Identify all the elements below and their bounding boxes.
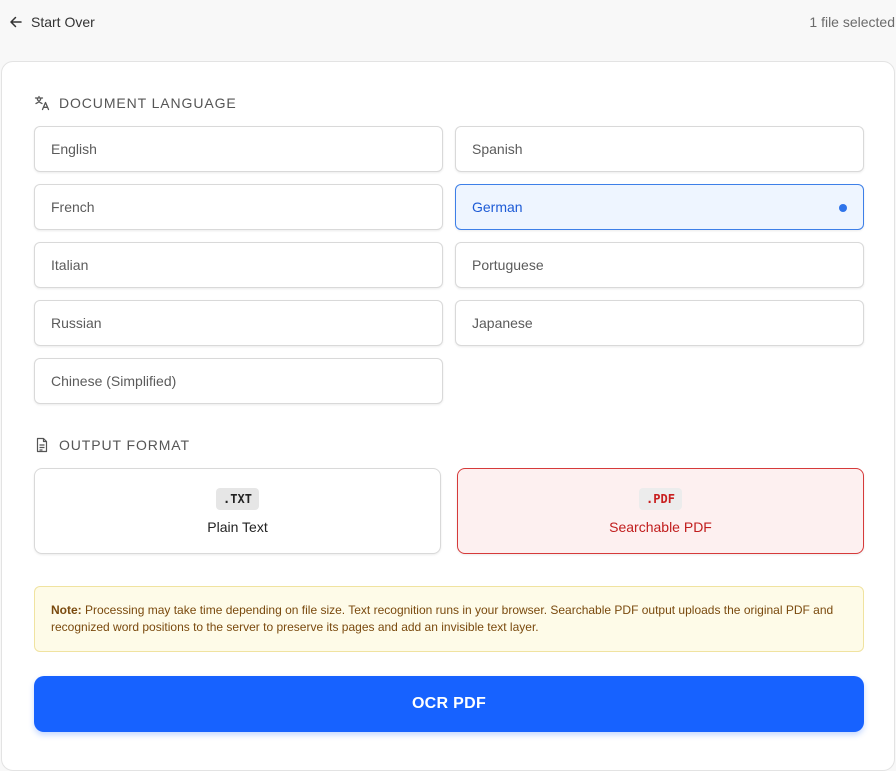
language-label: French — [51, 199, 95, 215]
language-option-french[interactable]: French — [34, 184, 443, 230]
note-prefix: Note: — [51, 603, 82, 617]
format-section-header: OUTPUT FORMAT — [34, 437, 190, 453]
document-icon — [36, 437, 48, 453]
format-label: Searchable PDF — [609, 518, 712, 535]
start-over-label: Start Over — [31, 14, 95, 30]
ocr-options-card: DOCUMENT LANGUAGE English Spanish French… — [1, 61, 895, 771]
start-over-button[interactable]: Start Over — [9, 12, 95, 32]
language-option-portuguese[interactable]: Portuguese — [455, 242, 864, 288]
selected-indicator-dot — [839, 204, 847, 212]
language-label: Chinese (Simplified) — [51, 373, 177, 389]
language-option-chinese-simplified[interactable]: Chinese (Simplified) — [34, 358, 443, 404]
language-label: German — [472, 199, 523, 215]
format-label: Plain Text — [207, 518, 268, 535]
language-option-italian[interactable]: Italian — [34, 242, 443, 288]
language-label: Spanish — [472, 141, 523, 157]
processing-note: Note: Processing may take time depending… — [34, 586, 864, 652]
top-bar: Start Over 1 file selected — [0, 0, 896, 44]
arrow-left-icon — [10, 16, 22, 28]
format-option-pdf[interactable]: .PDF Searchable PDF — [457, 468, 864, 554]
txt-extension-badge: .TXT — [216, 487, 259, 510]
language-option-japanese[interactable]: Japanese — [455, 300, 864, 346]
language-option-english[interactable]: English — [34, 126, 443, 172]
language-section-title: DOCUMENT LANGUAGE — [59, 95, 237, 111]
language-label: Portuguese — [472, 257, 544, 273]
language-option-russian[interactable]: Russian — [34, 300, 443, 346]
note-text: Processing may take time depending on fi… — [51, 603, 834, 634]
language-option-spanish[interactable]: Spanish — [455, 126, 864, 172]
translate-icon — [34, 95, 50, 111]
ocr-pdf-button[interactable]: OCR PDF — [34, 676, 864, 732]
language-option-german[interactable]: German — [455, 184, 864, 230]
format-section-title: OUTPUT FORMAT — [59, 437, 190, 453]
pdf-extension-badge: .PDF — [639, 487, 682, 510]
language-label: English — [51, 141, 97, 157]
file-count-status: 1 file selected — [809, 14, 895, 30]
format-option-txt[interactable]: .TXT Plain Text — [34, 468, 441, 554]
language-section-header: DOCUMENT LANGUAGE — [34, 95, 237, 111]
language-label: Italian — [51, 257, 89, 273]
language-label: Russian — [51, 315, 102, 331]
language-label: Japanese — [472, 315, 533, 331]
